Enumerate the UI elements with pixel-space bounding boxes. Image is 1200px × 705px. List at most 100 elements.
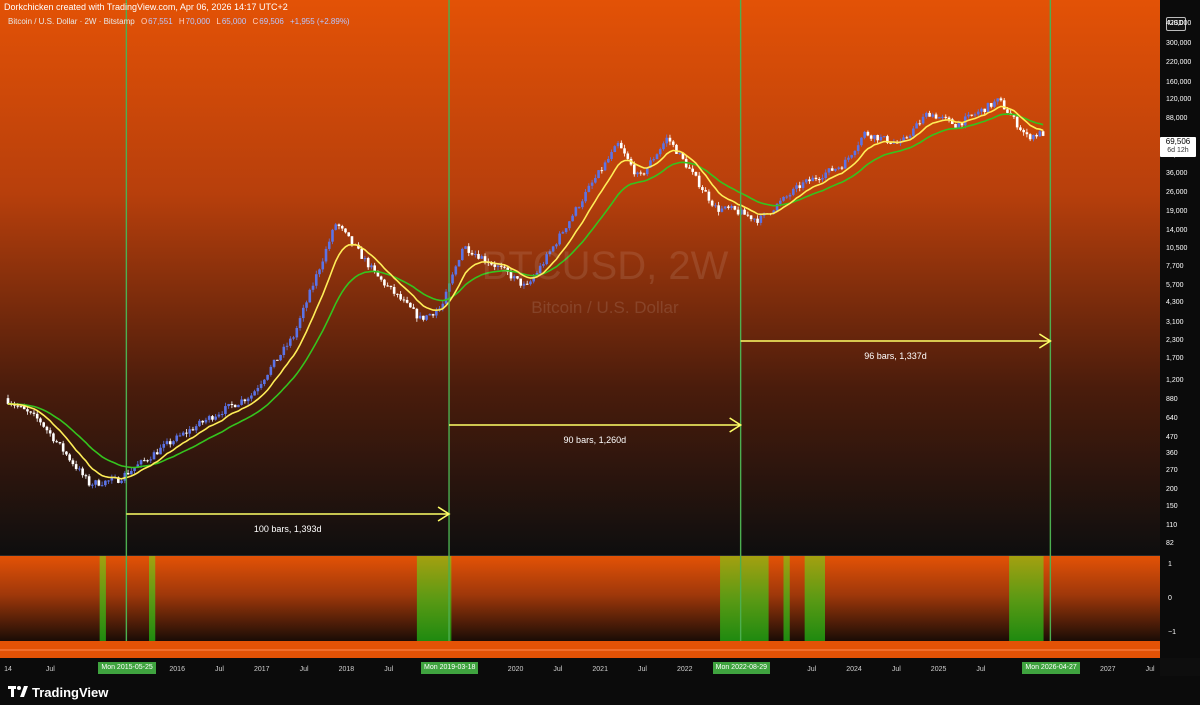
candle-body bbox=[97, 480, 101, 486]
candle-body bbox=[561, 232, 565, 234]
candle-body bbox=[460, 248, 464, 261]
price-tick-label: 36,000 bbox=[1166, 169, 1188, 177]
candle-body bbox=[289, 338, 292, 346]
candle-body bbox=[152, 452, 156, 460]
candle-body bbox=[1035, 134, 1038, 137]
time-tick-label: 2024 bbox=[846, 666, 862, 673]
pane-separator bbox=[0, 555, 1160, 556]
candle-body bbox=[451, 274, 454, 284]
candle-body bbox=[256, 387, 260, 392]
candle-body bbox=[980, 108, 983, 112]
candle-body bbox=[918, 123, 922, 125]
candle-body bbox=[78, 468, 81, 470]
candle-body bbox=[639, 172, 643, 174]
candle-body bbox=[597, 170, 600, 179]
candle-body bbox=[746, 214, 750, 216]
candle-body bbox=[412, 307, 415, 309]
measure-label: 100 bars, 1,393d bbox=[253, 524, 322, 534]
candle-body bbox=[568, 221, 571, 229]
candle-body bbox=[168, 441, 172, 445]
candle-body bbox=[366, 258, 370, 268]
candle-body bbox=[853, 151, 857, 156]
price-tick-label: 270 bbox=[1166, 467, 1178, 475]
time-tick-label: 2022 bbox=[677, 666, 693, 673]
candle-body bbox=[65, 451, 68, 455]
candle-body bbox=[396, 293, 399, 295]
candle-body bbox=[418, 315, 422, 319]
candle-body bbox=[967, 114, 970, 117]
time-tick-label: Jul bbox=[45, 666, 55, 673]
candle-body bbox=[668, 137, 672, 142]
measure-label: 96 bars, 1,337d bbox=[864, 351, 927, 361]
chart-canvas[interactable] bbox=[0, 0, 1200, 705]
candle-body bbox=[386, 285, 389, 287]
candle-body bbox=[233, 404, 237, 408]
tradingview-icon bbox=[8, 685, 28, 700]
low-key: L bbox=[216, 17, 221, 26]
candle-body bbox=[318, 269, 321, 275]
ohlc-legend: Bitcoin / U.S. Dollar · 2W · Bitstamp O6… bbox=[8, 17, 350, 26]
candle-body bbox=[344, 228, 347, 233]
signal-bar bbox=[783, 556, 790, 641]
candle-body bbox=[954, 124, 957, 128]
candle-body bbox=[139, 460, 143, 465]
candle-body bbox=[1038, 131, 1042, 137]
price-tick-label: 300,000 bbox=[1166, 40, 1192, 48]
candle-body bbox=[1006, 109, 1009, 113]
candle-body bbox=[107, 480, 110, 482]
candle-body bbox=[181, 432, 185, 436]
time-tick-label: 2025 bbox=[930, 666, 947, 673]
candle-body bbox=[925, 112, 928, 117]
candle-body bbox=[785, 196, 789, 198]
candle-body bbox=[327, 241, 331, 249]
candle-body bbox=[827, 168, 831, 173]
symbol-label[interactable]: Bitcoin / U.S. Dollar · 2W · Bitstamp bbox=[8, 17, 135, 26]
candle-body bbox=[48, 430, 52, 434]
candle-body bbox=[866, 131, 870, 136]
candle-body bbox=[58, 442, 62, 444]
high-key: H bbox=[178, 17, 185, 26]
candle-body bbox=[191, 429, 195, 431]
candle-body bbox=[671, 141, 675, 145]
candle-body bbox=[697, 175, 701, 188]
candle-body bbox=[707, 191, 711, 201]
time-tick-label: Jul bbox=[891, 666, 901, 673]
candle-body bbox=[185, 432, 188, 434]
candle-body bbox=[558, 233, 561, 245]
price-tick-label: 220,000 bbox=[1166, 59, 1192, 67]
candle-body bbox=[214, 416, 217, 420]
candle-body bbox=[204, 419, 208, 423]
watermark-description: Bitcoin / U.S. Dollar bbox=[531, 298, 679, 317]
candle-body bbox=[733, 206, 737, 210]
time-marker-label: Mon 2026-04-27 bbox=[1022, 662, 1080, 674]
candle-body bbox=[217, 414, 221, 417]
time-tick-label: 2027 bbox=[1100, 666, 1116, 673]
candle-body bbox=[87, 476, 91, 486]
indicator-tick-label: 1 bbox=[1168, 561, 1172, 568]
candle-body bbox=[957, 123, 961, 128]
candle-body bbox=[869, 135, 873, 139]
candle-body bbox=[941, 116, 944, 118]
candle-body bbox=[211, 416, 214, 420]
candle-body bbox=[817, 179, 821, 181]
candle-body bbox=[937, 117, 941, 119]
candle-body bbox=[159, 447, 162, 455]
candle-body bbox=[175, 435, 179, 442]
candle-body bbox=[944, 116, 948, 118]
candle-body bbox=[431, 314, 435, 316]
candle-body bbox=[564, 228, 568, 233]
candle-body bbox=[574, 207, 578, 216]
candle-body bbox=[1019, 127, 1022, 130]
candle-body bbox=[694, 171, 698, 176]
candle-body bbox=[379, 276, 383, 280]
candle-body bbox=[873, 135, 876, 139]
tradingview-logo[interactable]: TradingView bbox=[8, 685, 108, 700]
time-tick-label: 2018 bbox=[338, 666, 355, 673]
candle-body bbox=[626, 153, 630, 159]
candle-body bbox=[198, 420, 201, 427]
candle-body bbox=[61, 443, 65, 452]
candle-body bbox=[370, 265, 373, 268]
candle-body bbox=[655, 154, 659, 160]
candle-body bbox=[360, 248, 363, 259]
footer-bar bbox=[0, 676, 1200, 705]
